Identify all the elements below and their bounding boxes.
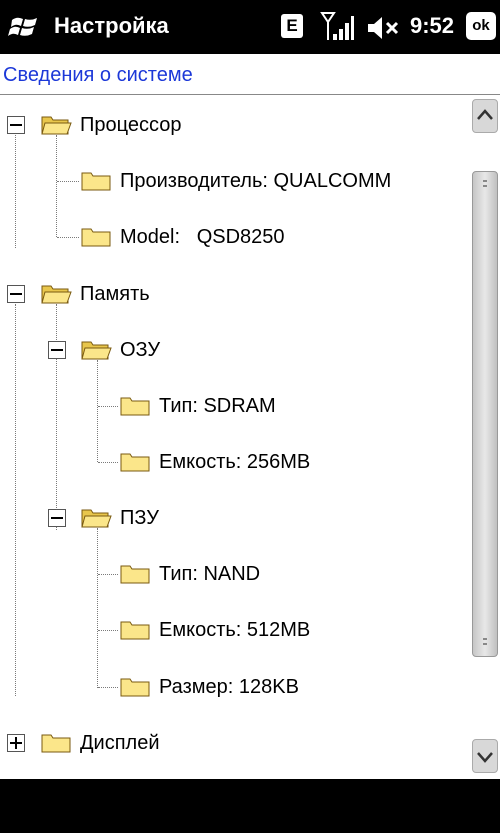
folder-icon xyxy=(120,453,150,472)
tree-node-label: Емкость: 512MB xyxy=(159,618,311,641)
app-title: Настройка xyxy=(54,13,169,38)
tree-node-label: Память xyxy=(80,282,150,305)
open-folder-icon xyxy=(41,285,72,304)
tree-node-label: Производитель: QUALCOMM xyxy=(120,169,392,192)
signal-strength-icon[interactable] xyxy=(320,10,354,44)
folder-icon xyxy=(81,172,111,191)
tree-node-processor[interactable]: Процессор xyxy=(40,110,181,140)
tree-node-label: Емкость: 256MB xyxy=(159,450,311,473)
tree-connector xyxy=(57,237,79,238)
tree-connector xyxy=(57,181,79,182)
folder-icon xyxy=(41,734,71,753)
tree-node-label: ПЗУ xyxy=(120,506,159,529)
open-folder-icon xyxy=(41,116,72,135)
scroll-thumb[interactable] xyxy=(472,171,498,657)
tree-node-rom[interactable]: ПЗУ xyxy=(80,503,159,533)
tree-node-ram-capacity[interactable]: Емкость: 256MB xyxy=(119,447,310,477)
tree-connector xyxy=(98,687,118,688)
tree-node-display[interactable]: Дисплей xyxy=(40,728,160,758)
tree-node-rom-capacity[interactable]: Емкость: 512MB xyxy=(119,615,310,645)
open-folder-icon xyxy=(81,509,112,528)
collapse-toggle-memory[interactable] xyxy=(7,285,25,303)
chevron-down-icon xyxy=(477,752,493,763)
tree-connector xyxy=(15,304,16,696)
page-title: Сведения о системе xyxy=(3,64,193,86)
tree-connector xyxy=(98,406,118,407)
tree-connector xyxy=(15,135,16,248)
tree-connector xyxy=(56,135,57,237)
tree-connector xyxy=(98,574,118,575)
tree-node-rom-size[interactable]: Размер: 128KB xyxy=(119,672,299,702)
ok-button[interactable]: ok xyxy=(466,12,496,40)
tree-node-memory[interactable]: Память xyxy=(40,279,150,309)
tree-connector xyxy=(97,360,98,462)
softkey-bar xyxy=(0,779,500,833)
collapse-toggle-processor[interactable] xyxy=(7,116,25,134)
status-bar: Настройка E 9:52 ok xyxy=(0,0,500,54)
scroll-down-button[interactable] xyxy=(472,739,498,773)
folder-icon xyxy=(120,397,150,416)
folder-icon xyxy=(120,621,150,640)
folder-icon xyxy=(120,678,150,697)
collapse-toggle-ram[interactable] xyxy=(48,341,66,359)
tree-node-ram-type[interactable]: Тип: SDRAM xyxy=(119,391,276,421)
folder-icon xyxy=(81,228,111,247)
tree-connector xyxy=(97,528,98,688)
tree-node-label: Model: QSD8250 xyxy=(120,225,285,248)
tree-node-label: Дисплей xyxy=(80,731,160,754)
windows-flag-icon[interactable] xyxy=(8,12,42,42)
content-area: Сведения о системе Процессор Производите… xyxy=(0,54,500,779)
expand-toggle-display[interactable] xyxy=(7,734,25,752)
tree-node-label: ОЗУ xyxy=(120,338,161,361)
tree-connector xyxy=(56,304,57,530)
tree-node-label: Процессор xyxy=(80,113,182,136)
collapse-toggle-rom[interactable] xyxy=(48,509,66,527)
scroll-up-button[interactable] xyxy=(472,99,498,133)
volume-muted-icon[interactable] xyxy=(366,14,400,42)
tree-node-rom-type[interactable]: Тип: NAND xyxy=(119,559,260,589)
folder-icon xyxy=(120,565,150,584)
tree-node-label: Размер: 128KB xyxy=(159,675,299,698)
tree-connector xyxy=(98,462,118,463)
tree-node-label: Тип: NAND xyxy=(159,562,261,585)
tree-node-label: Тип: SDRAM xyxy=(159,394,276,417)
tree-node-manufacturer[interactable]: Производитель: QUALCOMM xyxy=(80,166,391,196)
tree-node-ram[interactable]: ОЗУ xyxy=(80,335,160,365)
vertical-scrollbar[interactable] xyxy=(470,95,500,779)
open-folder-icon xyxy=(81,341,112,360)
system-info-tree: Процессор Производитель: QUALCOMM Model:… xyxy=(0,95,468,779)
tree-node-model[interactable]: Model: QSD8250 xyxy=(80,222,285,252)
chevron-up-icon xyxy=(477,109,493,120)
tree-connector xyxy=(98,630,118,631)
network-e-badge: E xyxy=(281,14,303,38)
clock: 9:52 xyxy=(410,13,455,38)
